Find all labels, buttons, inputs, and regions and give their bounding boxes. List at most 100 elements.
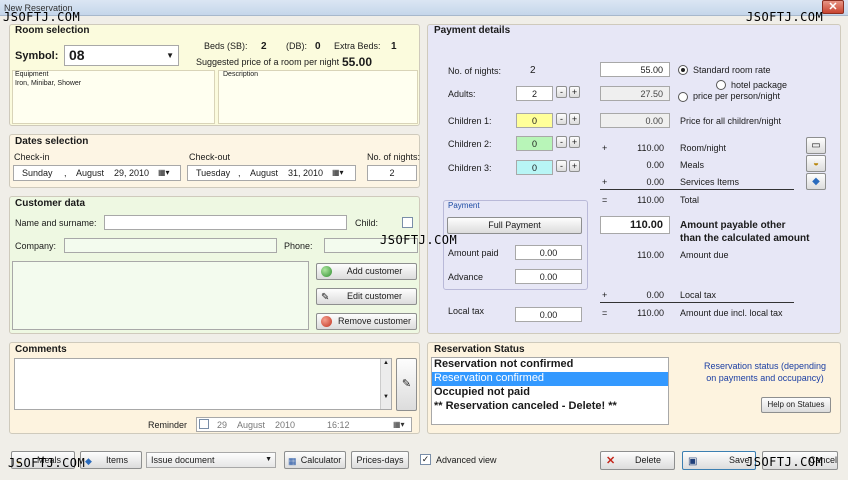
children3-minus-button[interactable]: - xyxy=(556,160,567,172)
children-price-field: 0.00 xyxy=(600,113,670,128)
beds-db-value: 0 xyxy=(315,41,321,52)
advanced-view-checkbox[interactable]: ✓ xyxy=(420,454,431,465)
edit-customer-label: Edit customer xyxy=(346,291,403,301)
children1-minus-button[interactable]: - xyxy=(556,113,567,125)
due-incl-value: 110.00 xyxy=(637,308,664,318)
scroll-up-icon[interactable]: ▲ xyxy=(381,359,391,367)
room-night-edit-icon[interactable]: ▭ xyxy=(806,137,826,154)
due-incl-label: Amount due incl. local tax xyxy=(680,308,783,318)
reminder-checkbox[interactable] xyxy=(199,419,209,429)
room-rate-field[interactable]: 55.00 xyxy=(600,62,670,77)
calculator-button[interactable]: ▦ Calculator xyxy=(284,451,346,469)
prices-days-button[interactable]: Prices-days xyxy=(351,451,409,469)
reminder-year: 2010 xyxy=(275,420,296,430)
advanced-view-label: Advanced view xyxy=(436,455,497,465)
room-selection-title: Room selection xyxy=(15,25,90,36)
local-tax-field[interactable]: 0.00 xyxy=(515,307,582,322)
delete-icon: ✕ xyxy=(606,455,616,467)
children3-plus-button[interactable]: + xyxy=(569,160,580,172)
local-tax-label: Local tax xyxy=(448,306,485,316)
children3-label: Children 3: xyxy=(448,163,492,173)
watermark-top-right: JSOFTJ.COM xyxy=(746,10,824,24)
per-person-field: 27.50 xyxy=(600,86,670,101)
amount-paid-field[interactable]: 0.00 xyxy=(515,245,582,260)
dates-selection-title: Dates selection xyxy=(15,136,89,147)
reminder-date-picker[interactable]: 29 August 2010 16:12 ▦▾ xyxy=(196,417,412,432)
adults-minus-button[interactable]: - xyxy=(556,86,567,98)
child-checkbox[interactable] xyxy=(402,217,413,228)
room-night-value: 110.00 xyxy=(637,143,664,153)
status-option[interactable]: Reservation not confirmed xyxy=(432,358,668,372)
children3-field[interactable]: 0 xyxy=(516,160,553,175)
extra-beds-value: 1 xyxy=(391,41,397,52)
close-icon[interactable]: ✕ xyxy=(822,0,844,14)
services-icon[interactable]: ◆ xyxy=(806,173,826,190)
calendar-icon[interactable]: ▦▾ xyxy=(393,418,405,431)
symbol-select[interactable]: 08 ▼ xyxy=(64,45,179,66)
children1-label: Children 1: xyxy=(448,116,492,126)
standard-rate-radio[interactable] xyxy=(678,65,688,75)
items-button[interactable]: ◆ Items xyxy=(80,451,142,469)
status-option[interactable]: ** Reservation canceled - Delete! ** xyxy=(432,400,668,414)
reminder-day: 29 xyxy=(217,420,228,430)
children2-plus-button[interactable]: + xyxy=(569,136,580,148)
symbol-value: 08 xyxy=(69,47,85,63)
scroll-down-icon[interactable]: ▼ xyxy=(381,393,391,401)
payable-label-2: than the calculated amount xyxy=(680,233,810,244)
local-tax-right-label: Local tax xyxy=(680,290,717,300)
checkout-month: August xyxy=(250,168,279,178)
help-on-statuses-button[interactable]: Help on Statues xyxy=(761,397,831,413)
advance-field[interactable]: 0.00 xyxy=(515,269,582,284)
calendar-icon[interactable]: ▦▾ xyxy=(158,166,170,180)
checkin-date-picker[interactable]: Sunday , August 29, 2010 ▦▾ xyxy=(13,165,181,181)
status-listbox[interactable]: Reservation not confirmed Reservation co… xyxy=(431,357,669,425)
reminder-time: 16:12 xyxy=(327,420,350,430)
checkout-date-picker[interactable]: Tuesday , August 31, 2010 ▦▾ xyxy=(187,165,356,181)
children2-minus-button[interactable]: - xyxy=(556,136,567,148)
meals-icon[interactable]: ◒ xyxy=(806,155,826,172)
pen-icon[interactable]: ✎ xyxy=(396,358,417,411)
name-input[interactable] xyxy=(104,215,347,230)
full-payment-button[interactable]: Full Payment xyxy=(447,217,582,234)
remove-customer-button[interactable]: Remove customer xyxy=(316,313,417,330)
description-box[interactable]: Description xyxy=(218,70,418,124)
payable-amount-field[interactable]: 110.00 xyxy=(600,216,670,234)
checkin-label: Check-in xyxy=(14,152,50,162)
company-input[interactable] xyxy=(64,238,277,253)
children2-field[interactable]: 0 xyxy=(516,136,553,151)
customer-notes[interactable] xyxy=(12,261,309,330)
children1-plus-button[interactable]: + xyxy=(569,113,580,125)
delete-button[interactable]: ✕ Delete xyxy=(600,451,675,470)
adults-field[interactable]: 2 xyxy=(516,86,553,101)
remove-customer-label: Remove customer xyxy=(337,316,412,326)
add-customer-button[interactable]: Add customer xyxy=(316,263,417,280)
issue-document-select[interactable]: Issue document ▼ xyxy=(146,452,276,468)
pay-nights-value: 2 xyxy=(530,65,536,76)
edit-customer-button[interactable]: ✎ Edit customer xyxy=(316,288,417,305)
room-night-label: Room/night xyxy=(680,143,727,153)
reminder-month: August xyxy=(237,420,266,430)
adults-plus-button[interactable]: + xyxy=(569,86,580,98)
save-button[interactable]: ▣ Save xyxy=(682,451,756,470)
equipment-box[interactable]: Equipment Iron, Minibar, Shower xyxy=(12,70,215,124)
hotel-package-radio[interactable] xyxy=(716,80,726,90)
comments-scrollbar[interactable]: ▲ ▼ xyxy=(380,359,391,409)
watermark-bottom-right: JSOFTJ.COM xyxy=(746,455,824,469)
nights-field[interactable]: 2 xyxy=(367,165,417,181)
children1-field[interactable]: 0 xyxy=(516,113,553,128)
due-incl-sign: = xyxy=(602,308,608,318)
total-label: Total xyxy=(680,195,700,205)
status-option-selected[interactable]: Reservation confirmed xyxy=(432,372,668,386)
comments-title: Comments xyxy=(15,344,67,355)
total-sign: = xyxy=(602,195,608,205)
status-option[interactable]: Occupied not paid xyxy=(432,386,668,400)
suggested-price-value: 55.00 xyxy=(342,55,373,69)
amount-due-label: Amount due xyxy=(680,250,729,260)
checkin-weekday: Sunday xyxy=(22,168,53,178)
per-person-radio[interactable] xyxy=(678,92,688,102)
equipment-label: Equipment xyxy=(15,71,49,78)
calendar-icon[interactable]: ▦▾ xyxy=(332,166,344,180)
children-price-label: Price for all children/night xyxy=(680,116,782,126)
comments-textarea[interactable]: ▲ ▼ xyxy=(14,358,392,410)
checkout-label: Check-out xyxy=(189,152,231,162)
